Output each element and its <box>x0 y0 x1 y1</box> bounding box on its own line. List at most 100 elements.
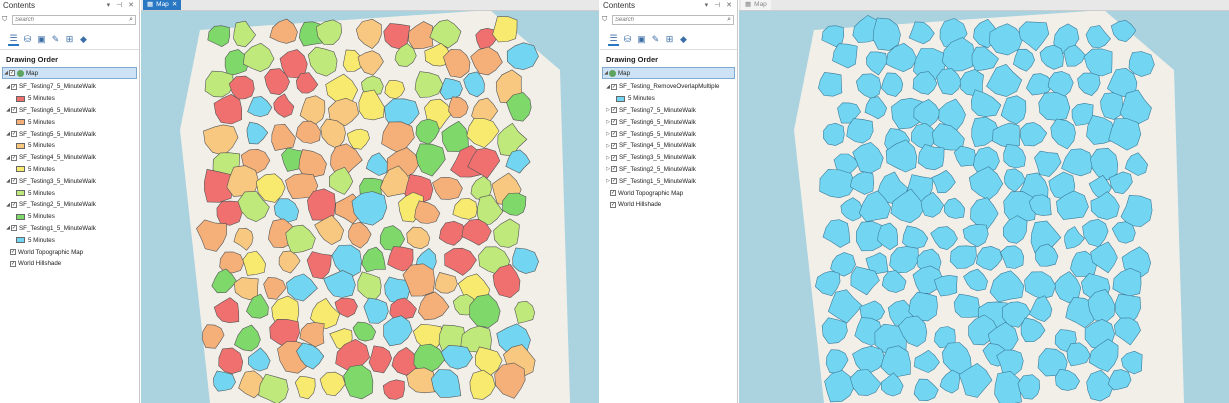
tab-label: Map <box>156 1 169 8</box>
pencil-icon[interactable]: ✎ <box>50 34 61 45</box>
tab-label: Map <box>754 1 767 8</box>
tree-item-legend: 5 Minutes <box>0 164 139 176</box>
map-canvas[interactable] <box>141 10 599 403</box>
tree-item-layer[interactable]: ▷ ✓ SF_Testing6_5_MinuteWalk <box>600 116 737 128</box>
contents-title-bar: Contents ▾ ⊣ ✕ <box>0 0 139 12</box>
layer-checkbox[interactable]: ✓ <box>11 201 17 208</box>
layer-checkbox[interactable]: ✓ <box>11 131 17 138</box>
tree-item-map[interactable]: ◢ Map <box>602 67 735 79</box>
map-icon <box>17 69 24 77</box>
drawing-order-icon[interactable]: ☰ <box>608 33 619 46</box>
tree-item-layer[interactable]: ▷ ✓ SF_Testing5_5_MinuteWalk <box>600 128 737 140</box>
layer-checkbox[interactable]: ✓ <box>11 107 17 114</box>
layer-checkbox[interactable]: ✓ <box>611 107 617 114</box>
walk-area-polygon <box>1100 92 1123 120</box>
legend-swatch <box>16 95 25 102</box>
tree-item-layer[interactable]: ◢ ✓ SF_Testing1_5_MinuteWalk <box>0 223 139 235</box>
layer-checkbox[interactable]: ✓ <box>611 131 617 138</box>
layer-checkbox[interactable]: ✓ <box>11 83 17 90</box>
tree-item-layer[interactable]: ▷ ✓ SF_Testing2_5_MinuteWalk <box>600 164 737 176</box>
map-view-right[interactable]: ▦ Map <box>739 0 1229 403</box>
tree-item-legend: 5 Minutes <box>600 93 737 105</box>
layer-checkbox[interactable]: ✓ <box>11 225 17 232</box>
layer-label: SF_Testing6_5_MinuteWalk <box>19 106 96 114</box>
tree-item-basemap[interactable]: ✓ World Topographic Map <box>600 187 737 199</box>
label-icon[interactable]: ◆ <box>78 34 89 45</box>
layer-checkbox[interactable]: ✓ <box>611 154 617 161</box>
database-icon[interactable]: ⛁ <box>622 34 633 45</box>
pane-controls[interactable]: ▾ ⊣ ✕ <box>107 0 139 12</box>
basemap-checkbox[interactable]: ✓ <box>10 249 16 256</box>
walk-area-polygon <box>823 122 845 146</box>
layer-checkbox[interactable]: ✓ <box>611 119 617 126</box>
layer-checkbox[interactable]: ✓ <box>11 154 17 161</box>
layer-checkbox[interactable]: ✓ <box>611 142 617 149</box>
search-icon[interactable]: ⌕ <box>129 16 133 24</box>
legend-label: 5 Minutes <box>28 189 55 197</box>
tree-item-hillshade[interactable]: ✓ World Hillshade <box>0 258 139 270</box>
filter-icon[interactable]: ⛉ <box>2 16 10 24</box>
layer-checkbox[interactable]: ✓ <box>11 178 17 185</box>
selection-icon[interactable]: ▣ <box>36 34 47 45</box>
layer-checkbox[interactable]: ✓ <box>611 166 617 173</box>
snapping-icon[interactable]: ⊞ <box>64 34 75 45</box>
map-icon <box>609 69 616 77</box>
tab-map[interactable]: ▦ Map <box>741 0 771 10</box>
tree-item-layer[interactable]: ◢ ✓ SF_Testing3_5_MinuteWalk <box>0 175 139 187</box>
hillshade-checkbox[interactable]: ✓ <box>610 201 616 208</box>
tree-item-layer[interactable]: ◢ ✓ SF_Testing2_5_MinuteWalk <box>0 199 139 211</box>
walk-area-polygon <box>819 168 857 199</box>
layer-checkbox[interactable]: ✓ <box>611 178 617 185</box>
pane-controls[interactable]: ▾ ⊣ ✕ <box>705 0 737 12</box>
legend-swatch <box>616 95 625 102</box>
legend-label: 5 Minutes <box>28 95 55 103</box>
tree-item-layer[interactable]: ▷ ✓ SF_Testing3_5_MinuteWalk <box>600 152 737 164</box>
label-icon[interactable]: ◆ <box>678 34 689 45</box>
tree-item-layer[interactable]: ◢ ✓ SF_Testing7_5_MinuteWalk <box>0 81 139 93</box>
filter-icon[interactable]: ⛉ <box>602 16 610 24</box>
tree-item-layer[interactable]: ◢ ✓ SF_Testing6_5_MinuteWalk <box>0 105 139 117</box>
basemap-checkbox[interactable]: ✓ <box>610 190 616 197</box>
tree-item-legend: 5 Minutes <box>0 116 139 128</box>
tab-map[interactable]: ▦ Map ✕ <box>143 0 182 10</box>
drawing-order-icon[interactable]: ☰ <box>8 33 19 46</box>
search-icon[interactable]: ⌕ <box>727 16 731 24</box>
walk-area-polygon <box>1038 91 1071 121</box>
tree-item-basemap[interactable]: ✓ World Topographic Map <box>0 246 139 258</box>
map-canvas[interactable] <box>739 10 1229 403</box>
hillshade-checkbox[interactable]: ✓ <box>10 260 16 267</box>
tree-item-layer[interactable]: ◢ ✓ SF_Testing4_5_MinuteWalk <box>0 152 139 164</box>
layer-checkbox[interactable]: ✓ <box>611 83 617 90</box>
database-icon[interactable]: ⛁ <box>22 34 33 45</box>
search-input[interactable] <box>15 16 95 24</box>
map-checkbox[interactable]: ✓ <box>9 70 15 76</box>
tree-item-merged-layer[interactable]: ◢ ✓ SF_Testing_RemoveOverlapMultiple <box>600 81 737 93</box>
contents-pane-left: Contents ▾ ⊣ ✕ ⛉ ⌕ ☰ ⛁ ▣ ✎ ⊞ ◆ Drawing O… <box>0 0 140 403</box>
snapping-icon[interactable]: ⊞ <box>664 34 675 45</box>
map-tabbar: ▦ Map <box>739 0 1229 11</box>
tree-item-hillshade[interactable]: ✓ World Hillshade <box>600 199 737 211</box>
selection-icon[interactable]: ▣ <box>636 34 647 45</box>
contents-title-bar: Contents ▾ ⊣ ✕ <box>600 0 737 12</box>
tree-item-layer[interactable]: ▷ ✓ SF_Testing4_5_MinuteWalk <box>600 140 737 152</box>
tree-item-layer[interactable]: ▷ ✓ SF_Testing7_5_MinuteWalk <box>600 105 737 117</box>
close-icon[interactable]: ✕ <box>172 0 177 10</box>
layer-label: SF_Testing_RemoveOverlapMultiple <box>619 83 720 91</box>
walk-area-polygon <box>492 16 518 43</box>
search-input[interactable] <box>615 16 695 24</box>
hillshade-label: World Hillshade <box>618 201 662 209</box>
legend-swatch <box>16 213 25 220</box>
tree-item-legend: 5 Minutes <box>0 234 139 246</box>
search-box[interactable]: ⌕ <box>12 15 136 25</box>
layer-label: SF_Testing3_5_MinuteWalk <box>19 177 96 185</box>
tree-item-map[interactable]: ◢ ✓ Map <box>2 67 137 79</box>
layer-label: SF_Testing5_5_MinuteWalk <box>19 130 96 138</box>
hillshade-label: World Hillshade <box>18 260 62 268</box>
map-label: Map <box>618 69 631 77</box>
walk-area-polygon <box>953 293 980 318</box>
pencil-icon[interactable]: ✎ <box>650 34 661 45</box>
tree-item-layer[interactable]: ▷ ✓ SF_Testing1_5_MinuteWalk <box>600 175 737 187</box>
search-box[interactable]: ⌕ <box>612 15 734 25</box>
map-view-left[interactable]: ▦ Map ✕ <box>141 0 599 403</box>
tree-item-layer[interactable]: ◢ ✓ SF_Testing5_5_MinuteWalk <box>0 128 139 140</box>
